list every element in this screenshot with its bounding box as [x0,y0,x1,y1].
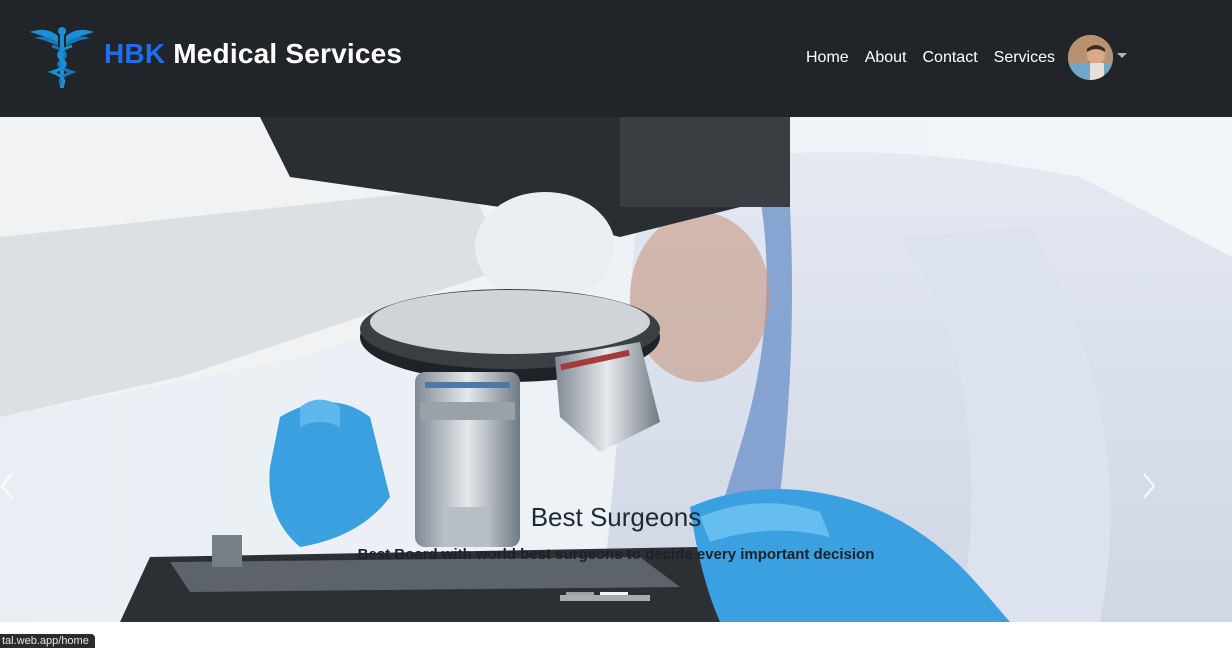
status-bar-url: tal.web.app/home [0,634,95,648]
nav-links: Home About Contact Services [806,49,1071,67]
brand-name: Medical Services [165,38,403,69]
carousel-indicators [566,592,628,595]
chevron-down-icon[interactable] [1117,53,1127,58]
nav-services[interactable]: Services [994,49,1055,67]
carousel-prev-icon[interactable] [0,472,14,500]
nav-contact[interactable]: Contact [923,49,978,67]
carousel-next-icon[interactable] [1142,472,1156,500]
caption-title: Best Surgeons [530,502,702,532]
carousel-indicator-1[interactable] [566,592,594,595]
carousel-indicator-2[interactable] [600,592,628,595]
brand-accent: HBK [104,38,166,69]
caduceus-logo-icon[interactable] [28,22,96,90]
nav-about[interactable]: About [865,49,907,67]
user-avatar[interactable] [1068,35,1113,80]
hero-carousel: Best Surgeons Best Board with world best… [0,117,1232,622]
brand-title[interactable]: HBK Medical Services [104,38,402,70]
caption-text: Best Board with world best surgeons to d… [357,546,875,563]
navbar: HBK Medical Services Home About Contact … [0,0,1232,117]
nav-home[interactable]: Home [806,49,849,67]
